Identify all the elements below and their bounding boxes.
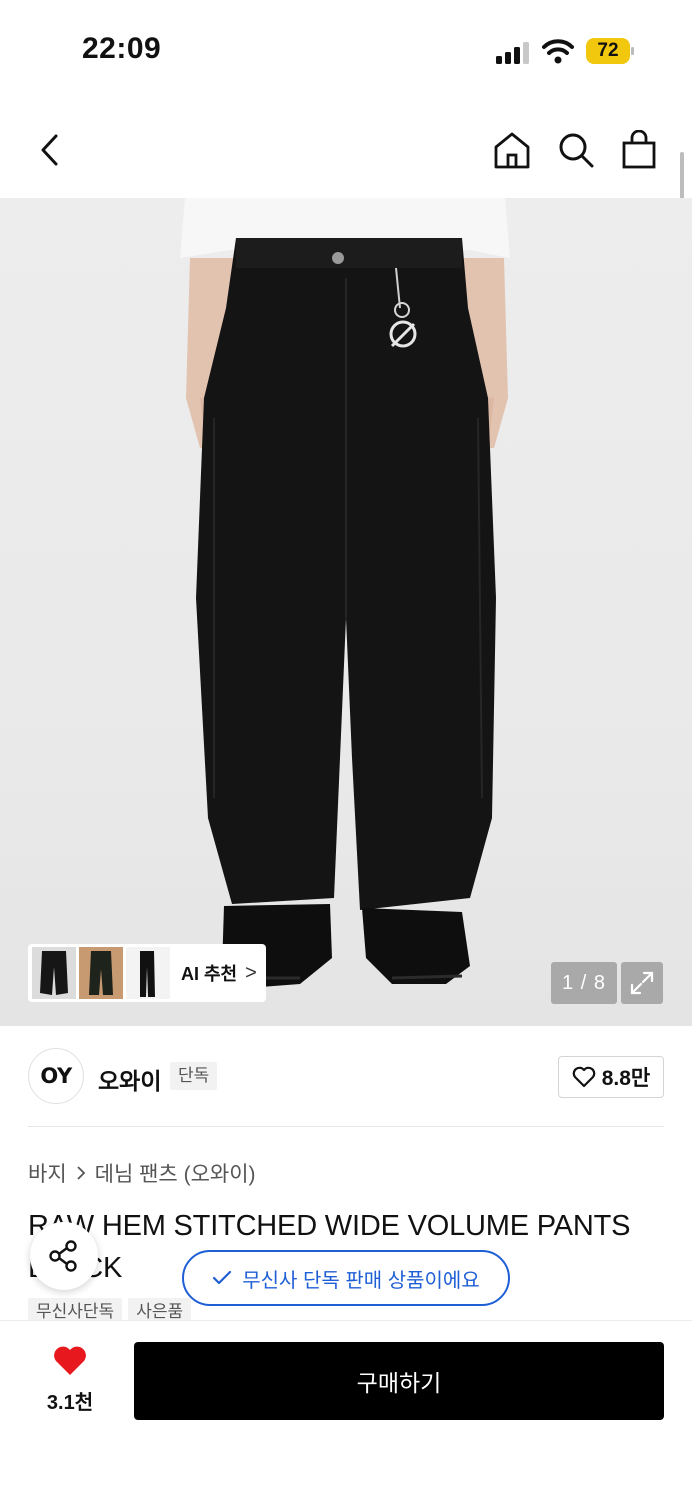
wifi-icon bbox=[542, 39, 574, 64]
chevron-right-icon bbox=[77, 1166, 85, 1180]
top-nav-bar bbox=[0, 100, 692, 198]
brand-name[interactable]: 오와이 bbox=[98, 1062, 161, 1096]
divider bbox=[28, 1126, 664, 1127]
wishlist-button[interactable]: 3.1천 bbox=[28, 1345, 112, 1415]
breadcrumb-item[interactable]: 데님 팬츠 (오와이) bbox=[95, 1158, 256, 1188]
brand-like-button[interactable]: 8.8만 bbox=[558, 1056, 664, 1098]
battery-indicator: 72 bbox=[586, 38, 634, 64]
heart-outline-icon bbox=[572, 1066, 596, 1088]
exclusive-badge: 단독 bbox=[170, 1062, 218, 1090]
product-image-gallery[interactable]: AI 추천 > 1 / 8 bbox=[0, 198, 692, 1026]
search-icon bbox=[559, 133, 594, 168]
ai-recommend-card[interactable]: AI 추천 > bbox=[28, 944, 266, 1002]
breadcrumb: 바지 데님 팬츠 (오와이) bbox=[28, 1158, 256, 1188]
product-photo bbox=[180, 198, 510, 988]
battery-tip bbox=[631, 47, 634, 55]
ai-recommend-thumbnail[interactable] bbox=[79, 947, 123, 999]
wishlist-count: 3.1천 bbox=[46, 1392, 94, 1414]
brand-like-count: 8.8만 bbox=[601, 1067, 651, 1090]
buy-button[interactable]: 구매하기 bbox=[134, 1342, 664, 1420]
expand-icon bbox=[630, 971, 654, 995]
expand-image-button[interactable] bbox=[621, 962, 663, 1004]
status-bar: 22:09 72 bbox=[0, 0, 692, 100]
exclusive-notice-pill: 무신사 단독 판매 상품이에요 bbox=[182, 1250, 510, 1306]
ai-recommend-label: AI 추천 bbox=[181, 964, 238, 984]
cellular-signal-icon bbox=[496, 42, 529, 64]
image-page-counter: 1 / 8 bbox=[551, 962, 617, 1004]
battery-level: 72 bbox=[586, 38, 630, 64]
heart-filled-icon bbox=[54, 1346, 86, 1375]
home-button[interactable] bbox=[490, 128, 534, 172]
cart-button[interactable] bbox=[617, 128, 661, 172]
ai-recommend-thumbnail[interactable] bbox=[32, 947, 76, 999]
share-icon bbox=[49, 1240, 77, 1272]
chevron-right-icon: > bbox=[245, 961, 257, 984]
home-icon bbox=[494, 132, 530, 169]
brand-row[interactable]: OY 오와이 단독 8.8만 bbox=[0, 1026, 692, 1126]
check-icon bbox=[213, 1270, 232, 1285]
back-button[interactable] bbox=[28, 128, 72, 172]
chevron-left-icon bbox=[41, 134, 58, 166]
brand-logo[interactable]: OY bbox=[28, 1048, 84, 1104]
status-time: 22:09 bbox=[82, 32, 162, 65]
bottom-action-bar: 3.1천 구매하기 bbox=[0, 1320, 692, 1500]
share-button[interactable] bbox=[30, 1222, 98, 1290]
search-button[interactable] bbox=[554, 128, 598, 172]
shopping-bag-icon bbox=[622, 130, 656, 169]
breadcrumb-item[interactable]: 바지 bbox=[28, 1158, 67, 1188]
ai-recommend-thumbnail[interactable] bbox=[126, 947, 170, 999]
exclusive-notice-text: 무신사 단독 판매 상품이에요 bbox=[242, 1269, 480, 1292]
